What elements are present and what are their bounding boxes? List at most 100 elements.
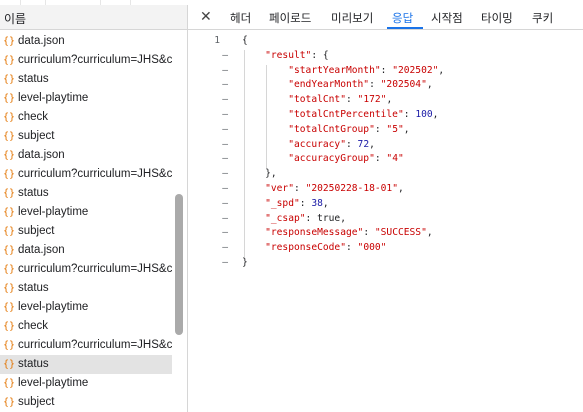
line-gutter-marker: –: [222, 79, 228, 91]
json-punct: :: [345, 242, 358, 254]
request-row[interactable]: {} subject: [0, 127, 172, 146]
request-row[interactable]: {} check: [0, 317, 172, 336]
request-name: curriculum?curriculum=JHS&c...: [18, 54, 172, 66]
tab-preview[interactable]: 미리보기: [331, 10, 373, 26]
request-row[interactable]: {} curriculum?curriculum=JHS&c...: [0, 260, 172, 279]
request-list-pane: 이름 {} data.json{} curriculum?curriculum=JH…: [0, 5, 188, 412]
json-punct: [242, 183, 265, 194]
request-row[interactable]: {} check: [0, 108, 172, 127]
request-name: curriculum?curriculum=JHS&c...: [18, 263, 172, 275]
json-string: "20250228-18-01": [305, 183, 398, 194]
json-punct: [242, 65, 288, 76]
json-punct: [242, 153, 288, 164]
json-file-icon: {}: [3, 150, 16, 161]
tab-timing[interactable]: 타이밍: [481, 10, 513, 26]
json-file-icon: {}: [3, 245, 16, 256]
request-row[interactable]: {} curriculum?curriculum=JHS&c...: [0, 165, 172, 184]
request-row[interactable]: {} subject: [0, 393, 172, 412]
json-punct: [242, 242, 265, 253]
json-number: 38: [311, 197, 323, 209]
json-key: "totalCnt": [288, 94, 346, 106]
scrollbar-thumb[interactable]: [175, 194, 183, 335]
request-row[interactable]: {} status: [0, 279, 172, 298]
json-file-icon: {}: [3, 340, 16, 351]
tab-response[interactable]: 응답: [392, 10, 413, 26]
json-string: "000": [357, 242, 387, 254]
response-line: }: [242, 257, 248, 268]
request-row[interactable]: {} status: [0, 184, 172, 203]
json-punct: },: [242, 168, 277, 180]
line-gutter-marker: –: [222, 242, 228, 254]
json-punct: ,: [322, 197, 329, 209]
tab-payload[interactable]: 페이로드: [269, 10, 311, 26]
tab-cookies[interactable]: 쿠키: [532, 10, 553, 26]
request-name: data.json: [18, 35, 65, 47]
request-row[interactable]: {} data.json: [0, 146, 172, 165]
json-key: "totalCntGroup": [288, 123, 375, 135]
json-punct: :: [374, 123, 387, 135]
json-key: "result": [265, 49, 312, 61]
json-punct: :: [380, 64, 393, 76]
request-row[interactable]: {} data.json: [0, 241, 172, 260]
request-row[interactable]: {} subject: [0, 222, 172, 241]
request-name: level-playtime: [18, 377, 89, 389]
tab-headers[interactable]: 헤더: [230, 10, 251, 26]
line-gutter-marker: –: [222, 94, 228, 106]
json-punct: :: [374, 153, 387, 165]
line-gutter-marker: –: [222, 227, 228, 239]
request-row[interactable]: {} data.json: [0, 32, 172, 51]
detail-tabs: ✕ 헤더 페이로드 미리보기 응답 시작점 타이밍 쿠키: [188, 5, 583, 30]
json-file-icon: {}: [3, 93, 16, 104]
json-key: "startYearMonth": [288, 64, 381, 76]
request-row[interactable]: {} status: [0, 355, 172, 374]
request-name: level-playtime: [18, 301, 89, 313]
json-file-icon: {}: [3, 36, 16, 47]
request-name: subject: [18, 130, 55, 142]
json-punct: : {: [311, 49, 329, 61]
json-key: "accuracy": [288, 138, 346, 150]
json-punct: :: [345, 94, 358, 106]
json-string: "5": [386, 123, 404, 135]
json-punct: [242, 124, 288, 135]
request-row[interactable]: {} status: [0, 70, 172, 89]
line-gutter-marker: –: [222, 109, 228, 120]
line-gutter-marker: –: [222, 183, 228, 194]
json-punct: :: [363, 227, 375, 239]
json-key: "_csap": [265, 212, 306, 224]
json-punct: ,: [432, 109, 439, 120]
response-line: "responseCode": "000": [242, 242, 386, 253]
request-row[interactable]: {} level-playtime: [0, 298, 172, 317]
request-row[interactable]: {} level-playtime: [0, 374, 172, 393]
request-row[interactable]: {} level-playtime: [0, 203, 172, 222]
name-column-header[interactable]: 이름: [0, 5, 187, 30]
line-gutter-marker: –: [222, 257, 228, 268]
json-punct: [242, 94, 288, 105]
json-punct: ,: [369, 138, 375, 150]
json-punct: ,: [386, 94, 393, 106]
json-punct: : true,: [305, 212, 346, 224]
close-icon[interactable]: ✕: [200, 8, 212, 25]
request-row[interactable]: {} level-playtime: [0, 89, 172, 108]
json-key: "endYearMonth": [288, 79, 370, 91]
request-name: subject: [18, 396, 55, 408]
response-line: "totalCntGroup": "5",: [242, 123, 409, 135]
json-punct: :: [345, 138, 358, 150]
request-name: status: [18, 282, 49, 294]
request-name: level-playtime: [18, 92, 89, 104]
request-row[interactable]: {} curriculum?curriculum=JHS&c...: [0, 51, 172, 70]
request-row[interactable]: {} curriculum?curriculum=JHS&c...: [0, 336, 172, 355]
json-punct: :: [299, 197, 312, 209]
json-punct: [242, 227, 265, 238]
json-file-icon: {}: [3, 169, 16, 180]
json-punct: [242, 198, 265, 209]
name-column-label: 이름: [4, 12, 27, 26]
json-key: "accuracyGroup": [288, 153, 375, 165]
line-gutter-marker: –: [222, 138, 228, 150]
json-punct: {: [242, 35, 248, 46]
line-gutter-marker: –: [222, 153, 228, 165]
response-line: "startYearMonth": "202502",: [242, 65, 444, 76]
tab-initiator[interactable]: 시작점: [431, 10, 463, 26]
json-punct: [242, 109, 288, 120]
json-key: "ver": [265, 183, 294, 194]
detail-pane: ✕ 헤더 페이로드 미리보기 응답 시작점 타이밍 쿠키 1 {– "result…: [188, 5, 583, 412]
